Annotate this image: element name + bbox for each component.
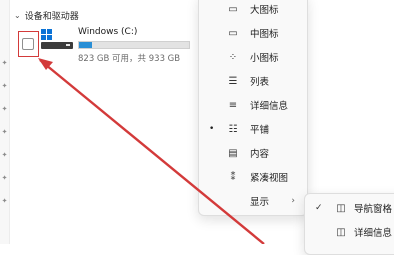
drive-usage-fill [79,42,93,48]
list-icon: ☰ [228,75,238,87]
pin-icon[interactable]: ✦ [1,129,8,136]
monitor-icon: ▭ [228,3,238,15]
menu-item-content[interactable]: ▤ 内容 [199,141,307,165]
drive-usage-bar [78,41,190,49]
chevron-right-icon: › [291,196,295,206]
menu-item-label: 详细信息 [250,101,289,112]
menu-item-label: 列表 [250,77,270,88]
group-title: 设备和驱动器 [24,11,79,22]
content-icon: ▤ [228,147,238,159]
menu-item-show[interactable]: 显示 › [199,189,307,213]
windows-logo-icon [41,29,53,41]
compact-icon: ⁑ [230,171,236,183]
menu-item-label: 平铺 [250,125,270,136]
menu-item-label: 小图标 [250,53,279,64]
navigation-pane-strip: ✦ ✦ ✦ ✦ ✦ ✦ ✦ [0,0,10,244]
menu-item-label: 紧凑视图 [250,173,289,184]
drive-space-info: 823 GB 可用，共 933 GB [78,54,181,64]
tiles-icon: ☷ [228,123,238,135]
chevron-down-icon[interactable]: ⌄ [14,11,21,20]
selected-dot-icon: • [209,124,215,134]
pin-icon[interactable]: ✦ [1,106,8,113]
submenu-item-label: 详细信息 [354,228,393,239]
monitor-icon: ▭ [228,27,238,39]
pin-icon[interactable]: ✦ [1,175,8,182]
pane-icon: ◫ [336,202,346,214]
submenu-item-navigation-pane[interactable]: ✓ ◫ 导航窗格 [305,196,394,220]
menu-item-list[interactable]: ☰ 列表 [199,69,307,93]
menu-item-details[interactable]: ≡ 详细信息 [199,93,307,117]
hard-drive-icon [41,42,73,49]
details-icon: ≡ [228,99,238,111]
submenu-item-label: 导航窗格 [354,204,393,215]
menu-item-label: 内容 [250,149,270,160]
menu-item-compact-view[interactable]: ⁑ 紧凑视图 [199,165,307,189]
submenu-item-details-pane[interactable]: ◫ 详细信息 [305,220,394,244]
drive-light [66,44,70,46]
show-submenu: ✓ ◫ 导航窗格 ◫ 详细信息 [304,193,394,255]
view-menu: ▭ 大图标 ▭ 中图标 ⁘ 小图标 ☰ 列表 ≡ 详细信息 • ☷ 平铺 ▤ 内… [198,0,308,216]
menu-item-label: 中图标 [250,29,279,40]
drive-name[interactable]: Windows (C:) [78,27,137,37]
pane-icon: ◫ [336,226,346,238]
group-header[interactable]: ⌄ 设备和驱动器 [14,8,79,22]
pin-icon[interactable]: ✦ [1,198,8,205]
menu-item-tiles[interactable]: • ☷ 平铺 [199,117,307,141]
menu-item-label: 大图标 [250,5,279,16]
menu-item-large-icons[interactable]: ▭ 大图标 [199,0,307,21]
annotation-arrow-head [38,58,53,70]
check-icon: ✓ [315,203,323,213]
pin-icon[interactable]: ✦ [1,60,8,67]
drive-icon[interactable] [40,26,74,54]
pin-icon[interactable]: ✦ [1,83,8,90]
menu-item-small-icons[interactable]: ⁘ 小图标 [199,45,307,69]
annotation-highlight-box [18,31,39,57]
menu-item-label: 显示 [250,197,270,208]
menu-item-medium-icons[interactable]: ▭ 中图标 [199,21,307,45]
pin-icon[interactable]: ✦ [1,152,8,159]
grid-icon: ⁘ [228,51,238,63]
